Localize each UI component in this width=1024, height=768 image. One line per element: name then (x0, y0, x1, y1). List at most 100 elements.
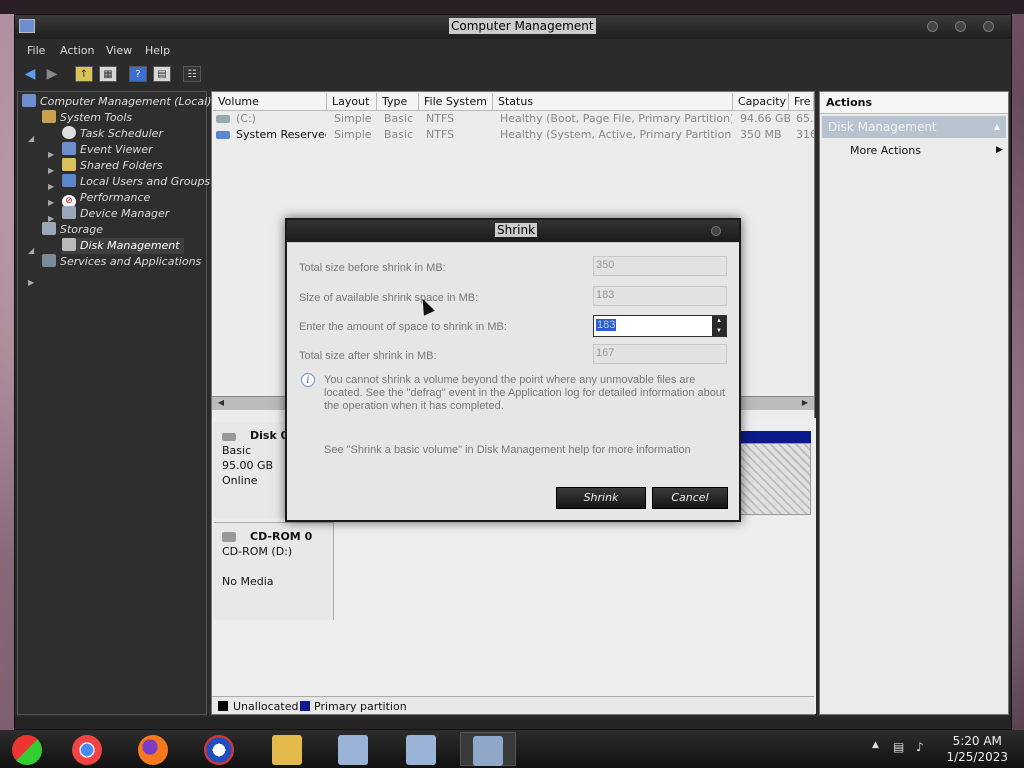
collapse-arrow-icon[interactable]: ◢ (28, 246, 34, 255)
info-text: You cannot shrink a volume beyond the po… (324, 374, 726, 412)
computer-management-icon (19, 19, 35, 33)
cell-layout: Simple (334, 112, 372, 125)
cdrom-0-drive: CD-ROM (D:) (222, 545, 293, 558)
close-button[interactable] (983, 21, 994, 32)
expand-arrow-icon[interactable]: ▶ (48, 182, 54, 191)
shrink-amount-input[interactable]: 183 ▲ ▼ (593, 315, 727, 337)
tree-event-viewer[interactable]: Event Viewer (62, 142, 153, 158)
primary-partition-bar[interactable] (739, 431, 811, 443)
more-actions[interactable]: More Actions (850, 144, 921, 157)
tree-storage-label: Storage (60, 223, 104, 236)
help-icon[interactable]: ? (129, 66, 147, 82)
shrink-button[interactable]: Shrink (556, 487, 646, 509)
tree-local-users[interactable]: Local Users and Groups (62, 174, 210, 190)
column-file-system[interactable]: File System (419, 93, 493, 111)
start-button[interactable] (0, 732, 56, 766)
cdrom-0-info[interactable]: CD-ROM 0 CD-ROM (D:) No Media (214, 522, 334, 620)
computer-management-icon (338, 735, 368, 765)
tree-local-users-label: Local Users and Groups (80, 175, 211, 188)
tree-shared-folders[interactable]: Shared Folders (62, 158, 163, 174)
expand-arrow-icon[interactable]: ▶ (28, 278, 34, 287)
taskbar-disk-management[interactable] (460, 732, 516, 766)
taskbar-computer-mgmt-1[interactable] (326, 732, 382, 766)
device-manager-icon (62, 206, 76, 219)
menu-action[interactable]: Action (60, 44, 94, 57)
drive-icon (216, 131, 230, 139)
legend-bar: Unallocated Primary partition (212, 696, 814, 714)
actions-disk-management[interactable]: Disk Management ▲ (822, 116, 1006, 138)
cell-capacity: 350 MB (740, 128, 782, 141)
tree-root[interactable]: Computer Management (Local) (22, 94, 211, 110)
shrink-amount-value: 183 (596, 319, 617, 331)
total-after-label: Total size after shrink in MB: (299, 350, 437, 362)
total-before-field: 350 (593, 256, 727, 276)
volume-icon[interactable]: ♪ (916, 740, 924, 754)
tree-storage[interactable]: Storage (42, 222, 103, 238)
menu-view[interactable]: View (106, 44, 132, 57)
expand-arrow-icon[interactable]: ▶ (48, 166, 54, 175)
collapse-arrow-icon[interactable]: ◢ (28, 134, 34, 143)
actions-section-label: Disk Management (828, 120, 937, 134)
menu-file[interactable]: File (27, 44, 45, 57)
console-tree: Computer Management (Local) ◢ System Too… (17, 91, 211, 715)
start-icon (12, 735, 42, 765)
maximize-button[interactable] (955, 21, 966, 32)
taskbar-explorer[interactable] (260, 732, 316, 766)
drive-icon (216, 115, 230, 123)
column-free[interactable]: Fre (789, 93, 814, 111)
cdrom-0-media: No Media (222, 575, 274, 588)
cell-layout: Simple (334, 128, 372, 141)
tray-expand-icon[interactable]: ▲ (872, 740, 879, 750)
folder-icon (272, 735, 302, 765)
dialog-title-bar[interactable]: Shrink (287, 220, 739, 242)
title-bar[interactable]: Computer Management (15, 15, 1011, 39)
tree-performance[interactable]: ⊘ Performance (62, 190, 151, 208)
scroll-left-icon[interactable]: ◀ (214, 398, 228, 410)
minimize-button[interactable] (927, 21, 938, 32)
cell-status: Healthy (System, Active, Primary Partiti… (500, 128, 732, 141)
tree-disk-management-label: Disk Management (80, 239, 180, 252)
cdrom-0-name: CD-ROM 0 (250, 530, 313, 543)
tree-services[interactable]: Services and Applications (42, 254, 201, 270)
spin-up-icon[interactable]: ▲ (712, 316, 726, 326)
tree-device-manager[interactable]: Device Manager (62, 206, 169, 222)
scroll-right-icon[interactable]: ▶ (798, 398, 812, 410)
tree-task-scheduler[interactable]: Task Scheduler (62, 126, 163, 142)
tree-performance-label: Performance (80, 191, 151, 204)
status-bar (15, 717, 1011, 729)
tree-system-tools[interactable]: System Tools (42, 110, 132, 126)
up-folder-icon[interactable]: ↑ (75, 66, 93, 82)
disk-icon (222, 433, 236, 441)
taskbar-chrome[interactable] (60, 732, 116, 766)
more-actions-label: More Actions (850, 144, 921, 157)
column-type[interactable]: Type (377, 93, 419, 111)
primary-swatch (300, 701, 310, 711)
collapse-up-icon[interactable]: ▲ (994, 116, 1000, 138)
taskbar-app-circle[interactable] (192, 732, 248, 766)
taskbar-firefox[interactable] (126, 732, 182, 766)
forward-arrow-icon[interactable]: ▶ (43, 66, 61, 82)
dialog-close-button[interactable] (711, 226, 721, 236)
column-volume[interactable]: Volume (213, 93, 327, 111)
expand-arrow-icon[interactable]: ▶ (48, 150, 54, 159)
properties-icon[interactable]: ▤ (153, 66, 171, 82)
back-arrow-icon[interactable]: ◀ (21, 66, 39, 82)
column-capacity[interactable]: Capacity (733, 93, 789, 111)
clock[interactable]: 5:20 AM 1/25/2023 (946, 733, 1008, 765)
storage-icon (42, 222, 56, 235)
column-layout[interactable]: Layout (327, 93, 377, 111)
tree-disk-management[interactable]: Disk Management (62, 238, 184, 254)
taskbar-computer-mgmt-2[interactable] (394, 732, 450, 766)
show-hide-tree-icon[interactable]: ▦ (99, 66, 117, 82)
spin-down-icon[interactable]: ▼ (712, 326, 726, 336)
network-icon[interactable]: ▤ (893, 740, 904, 754)
actions-pane: Actions Disk Management ▲ More Actions ▶ (819, 91, 1009, 715)
help-text: See "Shrink a basic volume" in Disk Mana… (324, 444, 691, 456)
cancel-button[interactable]: Cancel (652, 487, 728, 509)
column-status[interactable]: Status (493, 93, 733, 111)
selected-partition[interactable] (739, 443, 811, 515)
menu-help[interactable]: Help (145, 44, 170, 57)
disk-0-name: Disk 0 (250, 429, 289, 442)
expand-arrow-icon[interactable]: ▶ (48, 198, 54, 207)
export-list-icon[interactable]: ☷ (183, 66, 201, 82)
